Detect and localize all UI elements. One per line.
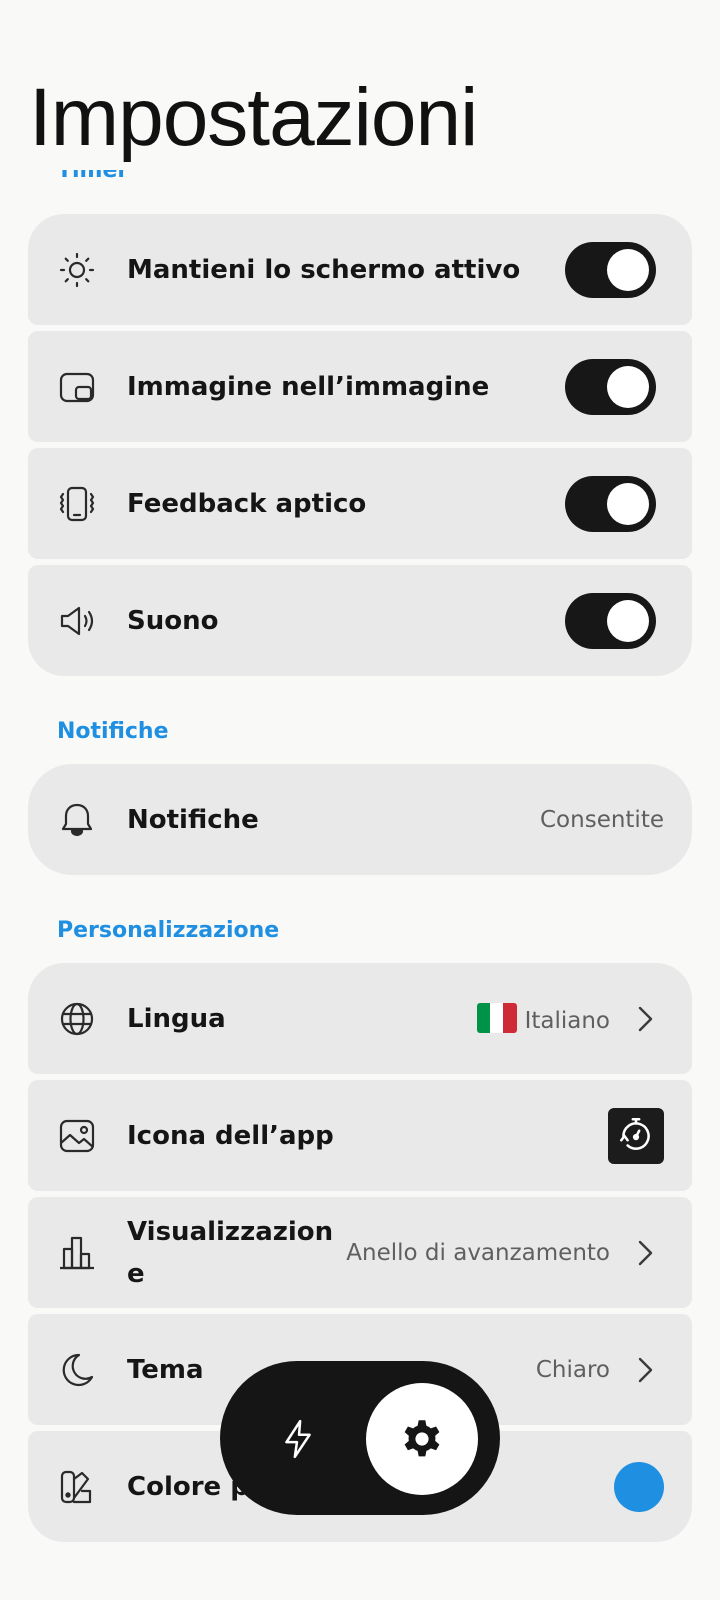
sound-row[interactable]: Suono (28, 565, 692, 676)
keep-screen-on-toggle[interactable] (565, 241, 656, 298)
sun-icon (56, 249, 98, 291)
theme-value: Chiaro (535, 1356, 610, 1383)
theme-label: Tema (127, 1354, 204, 1385)
language-value: Italiano (476, 1003, 610, 1034)
language-label: Lingua (127, 1003, 226, 1034)
phone-vibrate-icon (56, 483, 98, 525)
picture-in-picture-icon (56, 366, 98, 408)
notifications-value: Consentite (540, 806, 664, 833)
image-icon (56, 1115, 98, 1157)
section-label-notifications: Notifiche (57, 719, 169, 744)
globe-icon (56, 998, 98, 1040)
haptic-feedback-row[interactable]: Feedback aptico (28, 448, 692, 559)
chevron-right-icon (638, 1240, 653, 1265)
nav-settings-button[interactable] (366, 1383, 478, 1495)
keep-screen-on-label: Mantieni lo schermo attivo (127, 254, 521, 285)
moon-icon (56, 1349, 98, 1391)
haptic-feedback-label: Feedback aptico (127, 488, 367, 519)
section-label-timer: Timer (57, 170, 129, 183)
section-label-personalization: Personalizzazione (57, 918, 280, 943)
display-value: Anello di avanzamento (346, 1239, 610, 1266)
lightning-icon (285, 1419, 311, 1459)
main-color-swatch[interactable] (614, 1461, 664, 1512)
picture-in-picture-label: Immagine nell’immagine (127, 371, 490, 402)
sound-label: Suono (127, 605, 219, 636)
picture-in-picture-row[interactable]: Immagine nell’immagine (28, 331, 692, 442)
bar-chart-icon (56, 1232, 98, 1274)
notifications-row[interactable]: Notifiche Consentite (28, 764, 692, 875)
display-row[interactable]: Visualizzazion e Anello di avanzamento (28, 1197, 692, 1308)
picture-in-picture-toggle[interactable] (565, 358, 656, 415)
italy-flag-icon (476, 1003, 517, 1033)
keep-screen-on-row[interactable]: Mantieni lo schermo attivo (28, 214, 692, 325)
notifications-label: Notifiche (127, 804, 259, 835)
palette-icon (56, 1466, 98, 1508)
page-title: Impostazioni (29, 72, 478, 163)
sound-toggle[interactable] (565, 592, 656, 649)
haptic-feedback-toggle[interactable] (565, 475, 656, 532)
app-icon-label: Icona dell’app (127, 1120, 334, 1151)
bell-icon (56, 799, 98, 841)
bottom-nav (220, 1361, 500, 1515)
nav-timers-button[interactable] (242, 1383, 354, 1495)
gear-icon (404, 1420, 440, 1457)
chevron-right-icon (638, 1357, 653, 1382)
app-icon-row[interactable]: Icona dell’app (28, 1080, 692, 1191)
display-label: Visualizzazion e (127, 1217, 334, 1289)
language-row[interactable]: Lingua Italiano (28, 963, 692, 1074)
stopwatch-app-icon[interactable] (608, 1107, 664, 1164)
chevron-right-icon (638, 1006, 653, 1031)
speaker-icon (56, 600, 98, 642)
